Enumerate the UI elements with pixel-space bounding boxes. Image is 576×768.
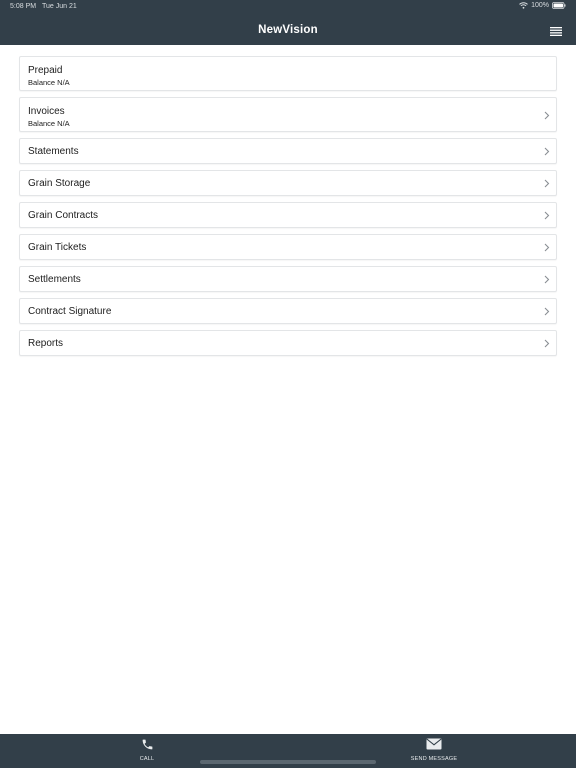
hamburger-menu-icon: [550, 26, 562, 36]
chevron-right-icon: [544, 275, 550, 284]
battery-icon: [552, 2, 566, 9]
list-item-grain-contracts[interactable]: Grain Contracts: [19, 202, 557, 228]
battery-percent: 100%: [531, 2, 549, 9]
list-item-label: Reports: [28, 338, 64, 349]
list-item-invoices[interactable]: Invoices Balance N/A: [19, 97, 557, 132]
list-item-grain-tickets[interactable]: Grain Tickets: [19, 234, 557, 260]
chevron-right-icon: [544, 211, 550, 220]
app-screen: 5:08 PM Tue Jun 21 100% NewVision Prepai…: [0, 0, 576, 768]
call-button[interactable]: CALL: [107, 738, 187, 766]
home-indicator[interactable]: [200, 760, 376, 764]
send-message-label: SEND MESSAGE: [410, 756, 458, 762]
call-label: CALL: [139, 756, 155, 762]
list-item-balance: Balance N/A: [28, 78, 70, 87]
chevron-right-icon: [544, 111, 550, 120]
top-navigation-bar: 5:08 PM Tue Jun 21 100% NewVision: [0, 0, 576, 45]
chevron-right-icon: [544, 243, 550, 252]
list-item-reports[interactable]: Reports: [19, 330, 557, 356]
phone-icon: [107, 738, 187, 752]
chevron-right-icon: [544, 307, 550, 316]
status-time: 5:08 PM: [10, 3, 37, 10]
list-item-label: Statements: [28, 146, 79, 157]
list-item-statements[interactable]: Statements: [19, 138, 557, 164]
envelope-icon: [394, 738, 474, 752]
list-item-label: Grain Contracts: [28, 210, 99, 221]
list-item-label: Grain Tickets: [28, 242, 87, 253]
list-item-contract-signature[interactable]: Contract Signature: [19, 298, 557, 324]
send-message-button[interactable]: SEND MESSAGE: [394, 738, 474, 766]
list-item-label: Contract Signature: [28, 306, 112, 317]
list-item-balance: Balance N/A: [28, 119, 70, 128]
chevron-right-icon: [544, 339, 550, 348]
list-item-prepaid[interactable]: Prepaid Balance N/A: [19, 56, 557, 91]
list-item-label: Prepaid: [28, 65, 63, 76]
list-item-label: Grain Storage: [28, 178, 91, 189]
list-item-label: Invoices: [28, 106, 65, 117]
status-date: Tue Jun 21: [42, 3, 77, 10]
list-item-settlements[interactable]: Settlements: [19, 266, 557, 292]
wifi-icon: [519, 2, 528, 9]
status-bar: 5:08 PM Tue Jun 21 100%: [0, 0, 576, 14]
page-title: NewVision: [258, 24, 318, 36]
menu-button[interactable]: [550, 26, 562, 36]
chevron-right-icon: [544, 179, 550, 188]
account-menu-list: Prepaid Balance N/A Invoices Balance N/A…: [19, 56, 557, 362]
list-item-grain-storage[interactable]: Grain Storage: [19, 170, 557, 196]
list-item-label: Settlements: [28, 274, 81, 285]
chevron-right-icon: [544, 147, 550, 156]
status-indicators: 100%: [519, 2, 566, 9]
